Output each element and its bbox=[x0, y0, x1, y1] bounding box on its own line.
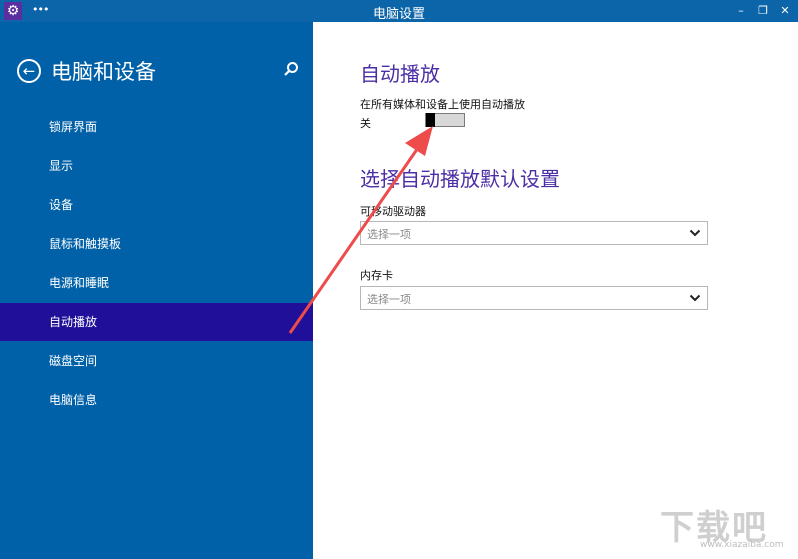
search-icon[interactable] bbox=[282, 60, 300, 78]
sidebar-item-mouse-touchpad[interactable]: 鼠标和触摸板 bbox=[0, 225, 313, 263]
minimize-button[interactable]: – bbox=[730, 0, 752, 22]
autoplay-setting-label: 在所有媒体和设备上使用自动播放 bbox=[360, 98, 525, 111]
watermark-url: www.xiazaiba.com bbox=[700, 540, 784, 550]
content-panel: 自动播放 在所有媒体和设备上使用自动播放 关 选择自动播放默认设置 可移动驱动器… bbox=[313, 22, 798, 559]
sidebar-item-power-sleep[interactable]: 电源和睡眠 bbox=[0, 264, 313, 302]
memory-card-select[interactable]: 选择一项 bbox=[360, 286, 708, 310]
sidebar-item-disk-space[interactable]: 磁盘空间 bbox=[0, 342, 313, 380]
watermark: 下载吧 www.xiazaiba.com bbox=[660, 500, 790, 552]
sidebar-item-autoplay[interactable]: 自动播放 bbox=[0, 303, 313, 341]
sidebar-item-devices[interactable]: 设备 bbox=[0, 186, 313, 224]
back-arrow-icon[interactable]: ← bbox=[17, 59, 41, 83]
defaults-title: 选择自动播放默认设置 bbox=[360, 167, 560, 191]
removable-drive-select[interactable]: 选择一项 bbox=[360, 221, 708, 245]
chevron-down-icon bbox=[689, 294, 701, 302]
sidebar-item-lock-screen[interactable]: 锁屏界面 bbox=[0, 108, 313, 146]
close-button[interactable]: ✕ bbox=[774, 0, 796, 22]
window-title: 电脑设置 bbox=[372, 7, 425, 22]
removable-drive-value: 选择一项 bbox=[367, 228, 411, 241]
toggle-state-label: 关 bbox=[360, 117, 371, 130]
memory-card-value: 选择一项 bbox=[367, 293, 411, 306]
chevron-down-icon bbox=[689, 229, 701, 237]
sidebar: ← 电脑和设备 锁屏界面 显示 设备 鼠标和触摸板 电源和睡眠 自动播放 磁盘空… bbox=[0, 22, 313, 559]
restore-button[interactable]: ❐ bbox=[752, 0, 774, 22]
autoplay-toggle[interactable] bbox=[425, 113, 465, 127]
autoplay-title: 自动播放 bbox=[360, 62, 440, 86]
toggle-thumb[interactable] bbox=[426, 113, 435, 127]
sidebar-item-display[interactable]: 显示 bbox=[0, 147, 313, 185]
removable-drive-label: 可移动驱动器 bbox=[360, 205, 426, 218]
title-bar: ⚙ ••• 电脑设置 – ❐ ✕ bbox=[0, 0, 798, 22]
sidebar-item-pc-info[interactable]: 电脑信息 bbox=[0, 381, 313, 419]
sidebar-heading: 电脑和设备 bbox=[51, 60, 156, 84]
memory-card-label: 内存卡 bbox=[360, 269, 393, 282]
